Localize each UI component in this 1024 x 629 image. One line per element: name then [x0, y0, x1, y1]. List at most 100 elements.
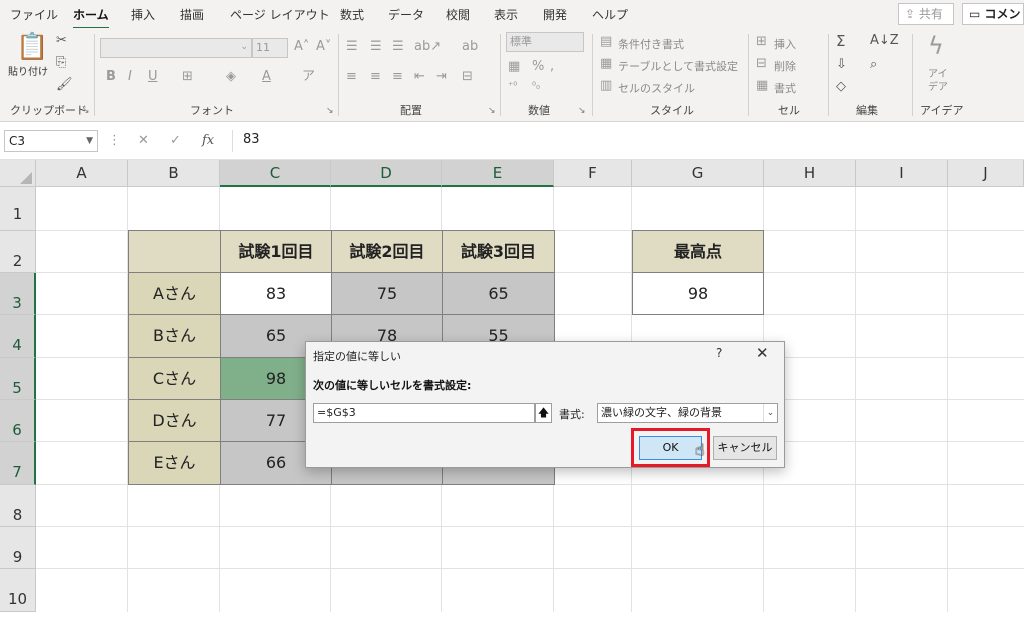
column-header-j[interactable]: J: [948, 160, 1024, 187]
alignment-launcher-icon[interactable]: ↘: [488, 106, 496, 116]
sort-filter-icon[interactable]: A↓Z: [870, 34, 899, 47]
column-header-d[interactable]: D: [331, 160, 442, 187]
increase-decimal-icon[interactable]: ⁺⁰: [508, 82, 517, 92]
column-header-c[interactable]: C: [220, 160, 331, 187]
lightning-icon[interactable]: ϟ: [928, 34, 944, 58]
ideas-button[interactable]: アイデア: [928, 68, 952, 94]
number-launcher-icon[interactable]: ↘: [578, 106, 586, 116]
italic-button[interactable]: I: [128, 70, 132, 83]
shrink-font-icon[interactable]: A˅: [316, 40, 331, 53]
tab-insert[interactable]: 挿入: [131, 6, 155, 23]
tab-help[interactable]: ヘルプ: [592, 6, 628, 23]
format-select[interactable]: 濃い緑の文字、緑の背景 ⌄: [597, 403, 778, 423]
format-as-table-button[interactable]: テーブルとして書式設定: [618, 58, 738, 74]
cut-icon[interactable]: ✂: [56, 34, 67, 47]
row-header-9[interactable]: 9: [0, 527, 36, 569]
chevron-down-icon[interactable]: ▼: [86, 131, 93, 151]
name-box[interactable]: C3 ▼: [4, 130, 98, 152]
cancel-entry-icon[interactable]: ✕: [138, 134, 149, 147]
insert-function-icon[interactable]: fx: [202, 134, 214, 147]
paste-button-label[interactable]: 貼り付け: [8, 68, 48, 78]
align-right-icon[interactable]: ≡: [392, 70, 403, 83]
tab-view[interactable]: 表示: [494, 6, 518, 23]
student-name-cell[interactable]: Eさん: [128, 441, 221, 485]
align-left-icon[interactable]: ≡: [346, 70, 357, 83]
ok-button[interactable]: OK: [639, 436, 702, 460]
format-painter-icon[interactable]: 🖌: [56, 78, 73, 91]
tab-formulas[interactable]: 数式: [340, 6, 364, 23]
score-cell[interactable]: 65: [442, 272, 555, 315]
student-name-cell[interactable]: Bさん: [128, 314, 221, 358]
borders-icon[interactable]: ⊞: [182, 70, 193, 83]
align-middle-icon[interactable]: ☰: [370, 40, 382, 53]
column-label-test-3[interactable]: 試験3回目: [442, 230, 555, 273]
more-options-icon[interactable]: ⋮: [108, 134, 121, 147]
row-header-4[interactable]: 4: [0, 315, 36, 358]
cell-styles-button[interactable]: セルのスタイル: [618, 80, 695, 96]
row-header-7[interactable]: 7: [0, 442, 36, 485]
percent-icon[interactable]: %: [532, 60, 544, 73]
font-color-icon[interactable]: A: [262, 70, 271, 83]
formula-input[interactable]: 83: [232, 130, 1022, 152]
row-header-3[interactable]: 3: [0, 273, 36, 315]
underline-button[interactable]: U: [148, 70, 158, 83]
clipboard-launcher-icon[interactable]: ↘: [82, 106, 90, 116]
row-header-10[interactable]: 10: [0, 569, 36, 612]
column-label-test-2[interactable]: 試験2回目: [331, 230, 443, 273]
fill-color-icon[interactable]: ◈: [226, 70, 236, 83]
row-header-2[interactable]: 2: [0, 231, 36, 273]
align-bottom-icon[interactable]: ☰: [392, 40, 404, 53]
tab-page-layout[interactable]: ページ レイアウト: [230, 6, 330, 23]
help-icon[interactable]: ?: [716, 346, 722, 360]
font-name-combo[interactable]: ⌄: [100, 38, 252, 58]
score-cell[interactable]: 75: [331, 272, 443, 315]
orientation-icon[interactable]: ab↗: [414, 40, 441, 53]
column-label-test-1[interactable]: 試験1回目: [220, 230, 332, 273]
student-name-cell[interactable]: Aさん: [128, 272, 221, 315]
bold-button[interactable]: B: [106, 70, 116, 83]
fill-icon[interactable]: ⇩: [836, 58, 847, 71]
font-size-combo[interactable]: 11: [252, 38, 288, 58]
max-score-header[interactable]: 最高点: [632, 230, 764, 273]
tab-data[interactable]: データ: [388, 6, 424, 23]
increase-indent-icon[interactable]: ⇥: [436, 70, 447, 83]
grow-font-icon[interactable]: A˄: [294, 40, 309, 53]
row-header-8[interactable]: 8: [0, 485, 36, 527]
column-header-e[interactable]: E: [442, 160, 554, 187]
wrap-text-icon[interactable]: ab: [462, 40, 478, 53]
student-name-cell[interactable]: Cさん: [128, 357, 221, 400]
close-icon[interactable]: ✕: [756, 344, 769, 362]
max-score-cell[interactable]: 98: [632, 272, 764, 315]
row-header-1[interactable]: 1: [0, 187, 36, 231]
decrease-indent-icon[interactable]: ⇤: [414, 70, 425, 83]
autosum-icon[interactable]: Σ: [836, 34, 845, 49]
tab-home[interactable]: ホーム: [73, 6, 109, 29]
column-header-a[interactable]: A: [36, 160, 128, 187]
column-header-g[interactable]: G: [632, 160, 764, 187]
column-header-b[interactable]: B: [128, 160, 220, 187]
number-format-combo[interactable]: 標準: [506, 32, 584, 52]
confirm-entry-icon[interactable]: ✓: [170, 134, 181, 147]
paste-icon[interactable]: 📋: [16, 34, 48, 60]
select-all-corner[interactable]: [0, 160, 36, 187]
comma-icon[interactable]: ,: [550, 60, 554, 73]
share-button[interactable]: ⇪ 共有: [898, 3, 954, 25]
student-name-cell[interactable]: Dさん: [128, 399, 221, 442]
phonetic-icon[interactable]: ア: [302, 70, 315, 83]
copy-icon[interactable]: ⎘: [56, 56, 66, 69]
table-corner-cell[interactable]: [128, 230, 221, 273]
align-center-icon[interactable]: ≡: [370, 70, 381, 83]
score-cell[interactable]: 83: [220, 272, 332, 315]
column-header-f[interactable]: F: [554, 160, 632, 187]
find-select-icon[interactable]: ⌕: [870, 58, 877, 71]
decrease-decimal-icon[interactable]: ⁰₀: [532, 82, 540, 92]
clear-icon[interactable]: ◇: [836, 80, 846, 93]
format-cells-button[interactable]: 書式: [774, 80, 796, 96]
comment-button[interactable]: ▭ コメント: [962, 3, 1024, 25]
cancel-button[interactable]: キャンセル: [713, 436, 777, 460]
column-header-i[interactable]: I: [856, 160, 948, 187]
delete-cells-button[interactable]: 削除: [774, 58, 796, 74]
align-top-icon[interactable]: ☰: [346, 40, 358, 53]
value-input[interactable]: =$G$3: [313, 403, 535, 423]
tab-draw[interactable]: 描画: [180, 6, 204, 23]
